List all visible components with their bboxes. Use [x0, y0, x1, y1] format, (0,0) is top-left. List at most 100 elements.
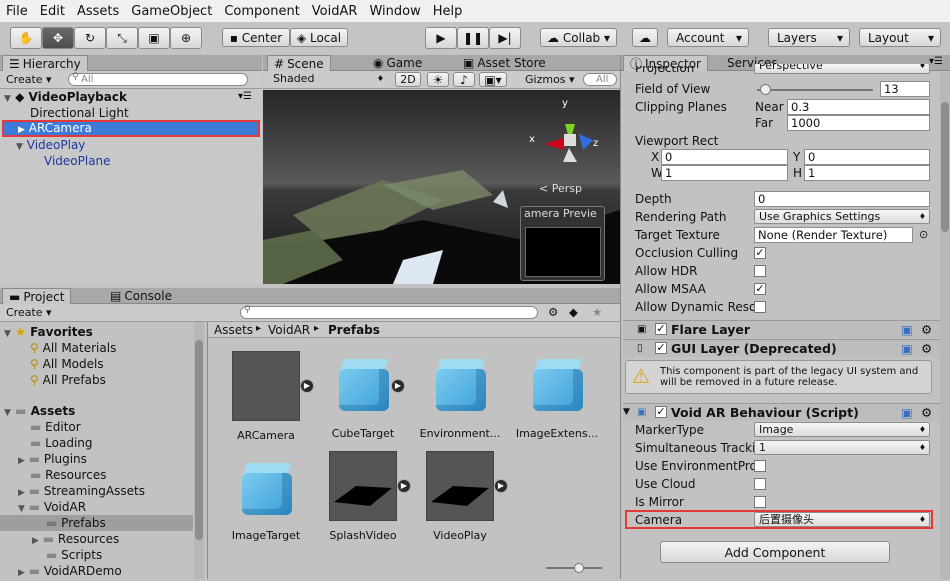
add-component-button[interactable]: Add Component [660, 541, 890, 563]
asset-videoplay[interactable]: ▶ VideoPlay [416, 451, 508, 542]
menu-window[interactable]: Window [363, 4, 426, 19]
inspector-scrollbar[interactable] [940, 72, 950, 579]
near-input[interactable]: 0.3 [787, 99, 930, 115]
tab-game[interactable]: ◉ Game [367, 55, 428, 71]
camera-dropdown[interactable]: 后置摄像头 [754, 512, 930, 527]
voidar-behaviour-checkbox[interactable]: ✓ [655, 406, 667, 418]
scene-root[interactable]: ▼ ◆ VideoPlayback [4, 89, 127, 105]
tree-scrollbar[interactable] [194, 322, 204, 579]
hierarchy-item-directional-light[interactable]: Directional Light [30, 105, 129, 121]
marker-type-dropdown[interactable]: Image [754, 422, 930, 437]
layout-dropdown[interactable]: Layout ▾ [859, 28, 941, 47]
folder-voidar-resources[interactable]: ▶ ▬ Resources [32, 531, 119, 547]
favorite-all-models[interactable]: ⚲ All Models [30, 356, 104, 372]
hierarchy-item-arcamera[interactable]: ▶ ARCamera [2, 120, 260, 137]
settings-gear-icon[interactable]: ⚙ [921, 340, 932, 357]
menu-voidar[interactable]: VoidAR [306, 4, 364, 19]
is-mirror-checkbox[interactable] [754, 496, 766, 508]
expand-triangle-icon[interactable]: ▼ [623, 404, 630, 421]
pause-button[interactable]: ❚❚ [457, 27, 489, 49]
depth-input[interactable]: 0 [754, 191, 930, 207]
target-texture-field[interactable]: None (Render Texture) [754, 227, 913, 243]
menu-help[interactable]: Help [427, 4, 469, 19]
expand-play-icon[interactable]: ▶ [300, 379, 314, 393]
scene-menu-icon[interactable]: ▾☰ [238, 91, 252, 102]
filter-type-icon[interactable]: ⚙ [548, 305, 558, 319]
favorite-star-icon[interactable]: ★ [592, 305, 602, 319]
viewport-x-input[interactable]: 0 [661, 149, 788, 165]
tab-console[interactable]: ▤ Console [104, 288, 178, 304]
settings-gear-icon[interactable]: ⚙ [921, 321, 932, 338]
asset-splashvideo[interactable]: ▶ SplashVideo [319, 451, 411, 542]
help-icon[interactable]: ▣ [901, 321, 913, 338]
hierarchy-search-input[interactable]: All [68, 73, 248, 86]
cloud-icon[interactable]: ☁ [632, 28, 658, 47]
allow-hdr-checkbox[interactable] [754, 265, 766, 277]
help-icon[interactable]: ▣ [901, 404, 913, 421]
hierarchy-item-videoplay[interactable]: ▼ VideoPlay [16, 137, 85, 153]
flare-layer-checkbox[interactable]: ✓ [655, 323, 667, 335]
folder-editor[interactable]: ▬ Editor [30, 419, 81, 435]
expand-play-icon[interactable]: ▶ [494, 479, 508, 493]
lighting-icon[interactable]: ☀ [427, 72, 449, 87]
perspective-label[interactable]: < Persp [539, 182, 582, 195]
flare-layer-header[interactable]: ▣ ✓ Flare Layer ▣ ⚙ [623, 320, 940, 338]
breadcrumb-prefabs[interactable]: Prefabs [328, 323, 380, 337]
rect-tool-icon[interactable]: ▣ [138, 27, 170, 49]
expand-play-icon[interactable]: ▶ [391, 379, 405, 393]
gui-layer-checkbox[interactable]: ✓ [655, 342, 667, 354]
folder-voidardemo[interactable]: ▶ ▬ VoidARDemo [18, 563, 122, 579]
asset-environment[interactable]: Environment... [416, 351, 504, 440]
viewport-h-input[interactable]: 1 [804, 165, 930, 181]
transform-tool-icon[interactable]: ⊕ [170, 27, 202, 49]
tab-scene[interactable]: # Scene [267, 55, 331, 71]
rotate-tool-icon[interactable]: ↻ [74, 27, 106, 49]
pivot-center-button[interactable]: ▪ Center [222, 28, 290, 47]
assets-header[interactable]: ▼ ▬ Assets [4, 403, 75, 419]
viewport-y-input[interactable]: 0 [804, 149, 930, 165]
asset-cubetarget[interactable]: ▶ CubeTarget [319, 351, 407, 440]
project-search-input[interactable] [240, 306, 538, 319]
filter-label-icon[interactable]: ◆ [569, 305, 578, 319]
step-button[interactable]: ▶| [489, 27, 521, 49]
breadcrumb-assets[interactable]: Assets [214, 323, 253, 337]
fov-input[interactable]: 13 [880, 81, 930, 97]
folder-streamingassets[interactable]: ▶ ▬ StreamingAssets [18, 483, 145, 499]
panel-menu-icon[interactable]: ▾☰ [929, 56, 943, 67]
favorite-all-materials[interactable]: ⚲ All Materials [30, 340, 116, 356]
account-dropdown[interactable]: Account ▾ [667, 28, 749, 47]
projection-dropdown[interactable]: Perspective [754, 64, 930, 74]
allow-dynamic-res-checkbox[interactable] [754, 301, 766, 313]
create-button[interactable]: Create ▾ [6, 73, 52, 86]
folder-voidar[interactable]: ▼ ▬ VoidAR [18, 499, 86, 515]
occlusion-culling-checkbox[interactable]: ✓ [754, 247, 766, 259]
use-cloud-checkbox[interactable] [754, 478, 766, 490]
favorites-header[interactable]: ▼ ★ Favorites [4, 324, 93, 340]
asset-arcamera[interactable]: ▶ ARCamera [222, 351, 314, 442]
allow-msaa-checkbox[interactable]: ✓ [754, 283, 766, 295]
tab-project[interactable]: ▬ Project [2, 288, 72, 304]
tab-asset-store[interactable]: ▣ Asset Store [457, 55, 552, 71]
folder-prefabs[interactable]: ▬ Prefabs [0, 515, 193, 531]
menu-file[interactable]: File [0, 4, 34, 19]
menu-gameobject[interactable]: GameObject [125, 4, 218, 19]
menu-edit[interactable]: Edit [34, 4, 71, 19]
gizmos-dropdown[interactable]: Gizmos ▾ [525, 73, 575, 86]
fov-slider-thumb[interactable] [760, 84, 771, 95]
asset-imageextension[interactable]: ImageExtens... [513, 351, 601, 440]
orientation-gizmo[interactable]: y x z [529, 98, 605, 174]
object-picker-icon[interactable]: ⊙ [919, 228, 928, 241]
move-tool-icon[interactable]: ✥ [42, 27, 74, 49]
play-button[interactable]: ▶ [425, 27, 457, 49]
menu-component[interactable]: Component [218, 4, 305, 19]
slider-thumb[interactable] [574, 563, 584, 573]
voidar-behaviour-header[interactable]: ▼ ▣ ✓ Void AR Behaviour (Script) ▣ ⚙ [623, 403, 940, 421]
settings-gear-icon[interactable]: ⚙ [921, 404, 932, 421]
viewport-w-input[interactable]: 1 [661, 165, 788, 181]
use-environment-checkbox[interactable] [754, 460, 766, 472]
scale-tool-icon[interactable]: ⤡ [106, 27, 138, 49]
project-create-button[interactable]: Create ▾ [6, 306, 52, 319]
thumbnail-size-slider[interactable] [546, 563, 606, 573]
rendering-path-dropdown[interactable]: Use Graphics Settings [754, 209, 930, 224]
simultaneous-tracking-dropdown[interactable]: 1 [754, 440, 930, 455]
